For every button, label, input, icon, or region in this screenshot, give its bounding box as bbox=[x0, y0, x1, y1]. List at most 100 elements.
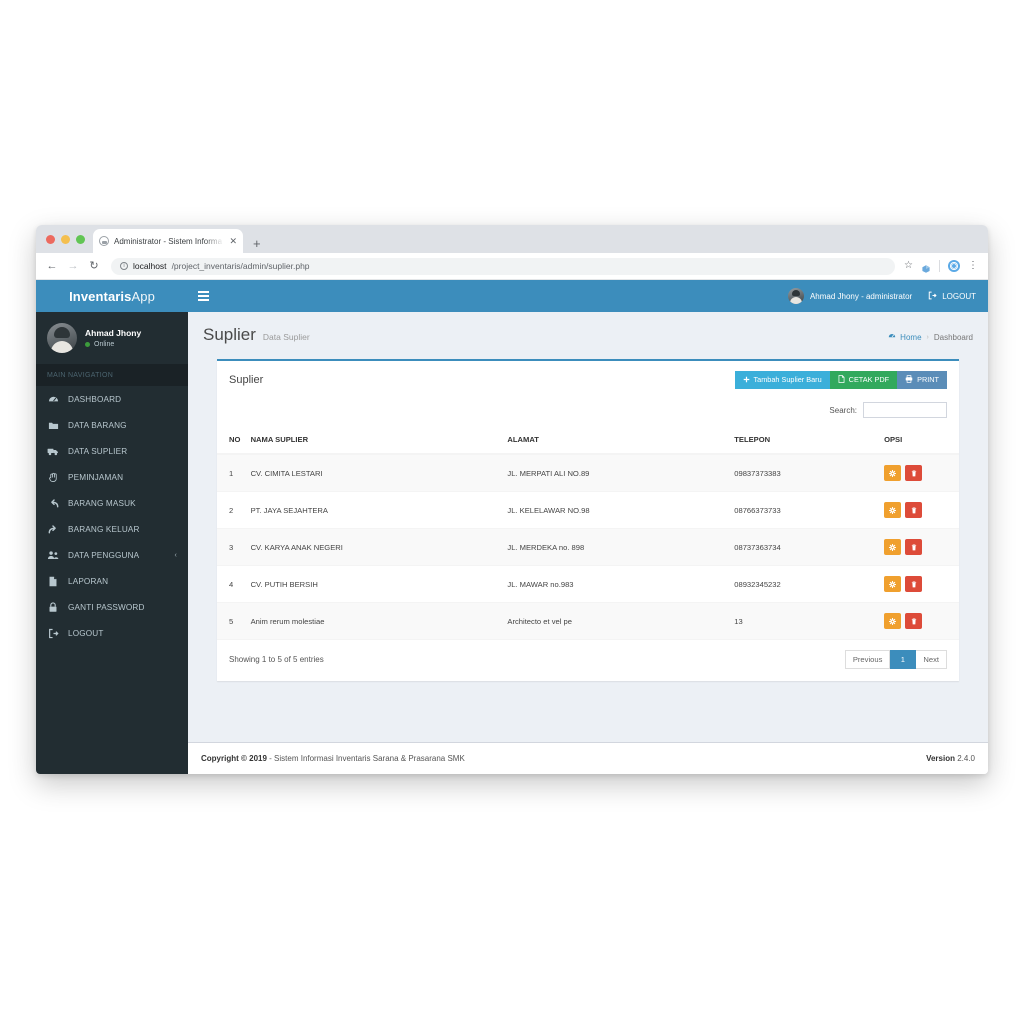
sidebar-item-ganti-password[interactable]: GANTI PASSWORD bbox=[36, 594, 188, 620]
pagination: Previous 1 Next bbox=[844, 650, 947, 669]
table-row: 1 CV. CIMITA LESTARI JL. MERPATI ALI NO.89… bbox=[217, 453, 959, 492]
delete-row-button[interactable] bbox=[905, 465, 923, 481]
version-label: Version bbox=[926, 754, 955, 763]
delete-row-button[interactable] bbox=[905, 502, 923, 518]
footer-copyright: Copyright © 2019 - Sistem Informasi Inve… bbox=[201, 754, 465, 763]
forward-button[interactable]: → bbox=[67, 260, 79, 272]
truck-icon bbox=[47, 446, 59, 457]
table-header-row: NO NAMA SUPLIER ALAMAT TELEPON OPSI bbox=[217, 426, 959, 455]
app-logo[interactable]: Inventaris App bbox=[36, 280, 188, 312]
search-label: Search: bbox=[829, 405, 857, 415]
table-row: 2 PT. JAYA SEJAHTERA JL. KELELAWAR NO.98 08… bbox=[217, 491, 959, 529]
add-suplier-button[interactable]: Tambah Suplier Baru bbox=[734, 371, 830, 389]
site-info-icon[interactable]: i bbox=[120, 262, 128, 270]
edit-row-button[interactable] bbox=[884, 576, 902, 592]
topbar-avatar-icon bbox=[787, 288, 804, 304]
reload-button[interactable]: ↻ bbox=[88, 260, 100, 272]
browser-menu-icon[interactable]: ⋮ bbox=[968, 261, 978, 271]
table-head: NO NAMA SUPLIER ALAMAT TELEPON OPSI bbox=[217, 426, 959, 455]
bookmark-star-icon[interactable]: ☆ bbox=[904, 261, 913, 271]
print-button[interactable]: PRINT bbox=[897, 371, 947, 389]
sidebar-item-dashboard[interactable]: DASHBOARD bbox=[36, 386, 188, 412]
edit-row-button[interactable] bbox=[884, 539, 902, 555]
version-number: 2.4.0 bbox=[957, 754, 975, 763]
cell-opsi bbox=[884, 602, 959, 639]
cell-telepon: 08766373733 bbox=[734, 491, 885, 529]
topbar: Ahmad Jhony - administrator LOGOUT bbox=[188, 280, 988, 312]
sidebar-item-data-barang[interactable]: DATA BARANG bbox=[36, 412, 188, 438]
avatar bbox=[47, 323, 77, 353]
cell-opsi bbox=[884, 565, 959, 603]
pagination-next[interactable]: Next bbox=[916, 650, 947, 669]
sidebar-item-barang-masuk[interactable]: BARANG MASUK bbox=[36, 490, 188, 516]
brand-name-bold: Inventaris bbox=[69, 288, 132, 304]
entries-info: Showing 1 to 5 of 5 entries bbox=[229, 655, 324, 664]
new-tab-button[interactable]: + bbox=[253, 237, 261, 250]
row-action-buttons bbox=[884, 613, 951, 629]
sidebar-item-peminjaman[interactable]: PEMINJAMAN bbox=[36, 464, 188, 490]
sidebar-toggle-icon[interactable] bbox=[198, 291, 209, 301]
topbar-logout-button[interactable]: LOGOUT bbox=[928, 291, 976, 302]
cell-telepon: 08737363734 bbox=[734, 528, 885, 566]
box-header: Suplier Tambah Suplier Baru CETAK PDF PR… bbox=[217, 361, 959, 398]
edit-row-button[interactable] bbox=[884, 465, 902, 481]
back-button[interactable]: ← bbox=[46, 260, 58, 272]
sidebar-user-panel: Ahmad Jhony Online bbox=[36, 312, 188, 364]
sidebar-item-barang-keluar[interactable]: BARANG KELUAR bbox=[36, 516, 188, 542]
toolbar-icons: ☆ ⋮ bbox=[904, 260, 978, 273]
row-action-buttons bbox=[884, 465, 951, 481]
column-header-no: NO bbox=[217, 426, 251, 455]
search-input[interactable] bbox=[863, 402, 947, 418]
table-row: 3 CV. KARYA ANAK NEGERI JL. MERDEKA no. 89… bbox=[217, 528, 959, 566]
pagination-previous[interactable]: Previous bbox=[844, 650, 891, 669]
suplier-table: NO NAMA SUPLIER ALAMAT TELEPON OPSI 1 CV.… bbox=[217, 426, 959, 639]
page-subtitle: Data Suplier bbox=[262, 332, 310, 342]
dashboard-icon bbox=[888, 332, 896, 342]
close-window-button[interactable] bbox=[46, 234, 55, 244]
copyright-bold: Copyright © 2019 bbox=[201, 754, 267, 763]
users-icon bbox=[47, 550, 59, 561]
cell-nama: CV. KARYA ANAK NEGERI bbox=[250, 528, 508, 566]
sidebar-user-status: Online bbox=[85, 341, 141, 348]
box-title: Suplier bbox=[229, 374, 264, 386]
sidebar-item-laporan[interactable]: LAPORAN bbox=[36, 568, 188, 594]
cell-nama: CV. CIMITA LESTARI bbox=[250, 453, 508, 492]
delete-row-button[interactable] bbox=[905, 613, 923, 629]
cell-alamat: JL. MAWAR no.983 bbox=[507, 565, 735, 603]
row-action-buttons bbox=[884, 576, 951, 592]
status-label: Online bbox=[94, 341, 115, 348]
sidebar-item-data-suplier[interactable]: DATA SUPLIER bbox=[36, 438, 188, 464]
plus-icon bbox=[743, 376, 750, 384]
minimize-window-button[interactable] bbox=[61, 234, 70, 244]
browser-tab[interactable]: Administrator - Sistem Informa ✕ bbox=[93, 229, 243, 253]
edit-row-button[interactable] bbox=[884, 613, 902, 629]
sidebar-item-label: BARANG KELUAR bbox=[68, 524, 140, 534]
column-header-telepon: TELEPON bbox=[734, 426, 885, 455]
cell-no: 5 bbox=[217, 602, 251, 639]
profile-avatar-icon[interactable] bbox=[948, 260, 960, 272]
arrow-forward-icon bbox=[47, 524, 59, 535]
app-footer: Copyright © 2019 - Sistem Informasi Inve… bbox=[188, 742, 988, 774]
nav-section-header: MAIN NAVIGATION bbox=[36, 364, 188, 386]
cetak-pdf-button[interactable]: CETAK PDF bbox=[829, 371, 898, 389]
sidebar-item-label: PEMINJAMAN bbox=[68, 472, 124, 482]
signout-icon bbox=[47, 628, 59, 639]
tab-title: Administrator - Sistem Informa bbox=[114, 236, 223, 246]
cell-alamat: JL. MERDEKA no. 898 bbox=[507, 528, 735, 566]
extension-icon[interactable] bbox=[921, 261, 931, 273]
breadcrumb-home-link[interactable]: Home bbox=[888, 332, 922, 342]
maximize-window-button[interactable] bbox=[76, 234, 85, 244]
cell-telepon: 13 bbox=[734, 602, 885, 639]
table-footer: Showing 1 to 5 of 5 entries Previous 1 Nex… bbox=[217, 639, 959, 681]
address-bar[interactable]: i localhost/project_inventaris/admin/sup… bbox=[111, 257, 896, 275]
sidebar-item-logout[interactable]: LOGOUT bbox=[36, 620, 188, 646]
sidebar-item-data-pengguna[interactable]: DATA PENGGUNA ‹ bbox=[36, 542, 188, 568]
page-title: Suplier bbox=[203, 325, 256, 344]
cetak-pdf-label: CETAK PDF bbox=[848, 375, 890, 385]
delete-row-button[interactable] bbox=[905, 576, 923, 592]
delete-row-button[interactable] bbox=[905, 539, 923, 555]
edit-row-button[interactable] bbox=[884, 502, 902, 518]
topbar-user-menu[interactable]: Ahmad Jhony - administrator bbox=[787, 288, 912, 304]
close-tab-icon[interactable]: ✕ bbox=[229, 236, 237, 246]
pagination-1[interactable]: 1 bbox=[890, 650, 917, 669]
